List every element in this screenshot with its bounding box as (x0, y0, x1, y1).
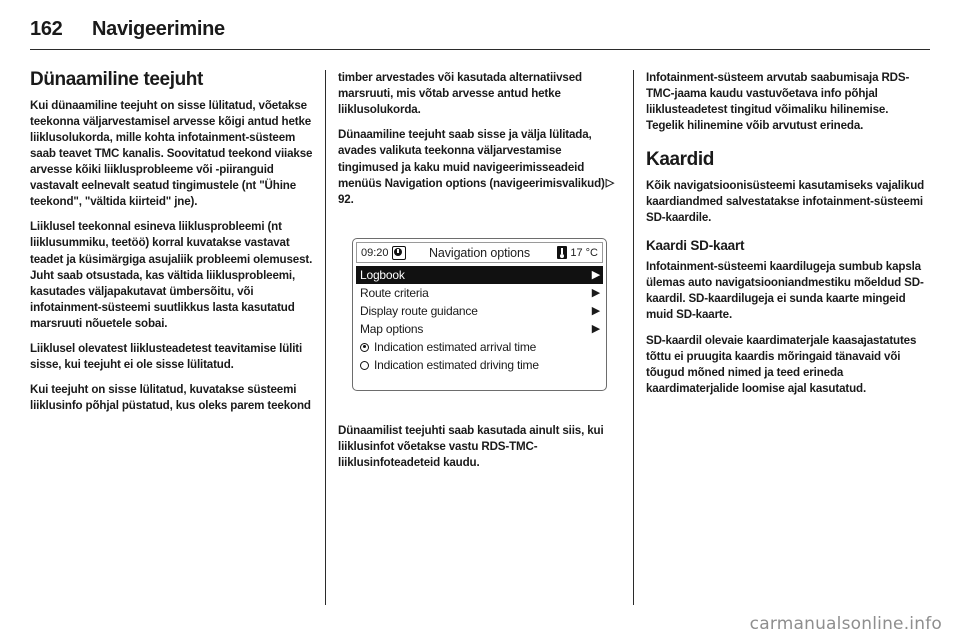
radio-unselected-icon (360, 360, 369, 370)
radio-item-driving-time[interactable]: Indication estimated driving time (356, 356, 603, 374)
paragraph: Infotainment-süsteemi kaardilugeja sumbu… (646, 260, 924, 322)
source-watermark: carmanualsonline.info (749, 614, 942, 634)
page-number: 162 (30, 18, 63, 40)
section-heading-maps: Kaardid (646, 149, 714, 171)
header-divider (30, 49, 930, 50)
paragraph: SD-kaardil olevaie kaardimaterjale kaasa… (646, 333, 917, 395)
paragraph: Infotainment-süsteem arvutab saabumisaja… (646, 71, 910, 133)
subsection-heading-map-sd-card: Kaardi SD-kaart (646, 238, 745, 254)
paragraph: Kui teejuht on sisse lülitatud, kuvataks… (30, 383, 311, 413)
cross-reference-page: 92 (338, 192, 351, 206)
radio-item-arrival-time[interactable]: Indication estimated arrival time (356, 338, 603, 356)
chevron-right-icon: ▶ (591, 268, 600, 281)
column-gap (621, 70, 646, 605)
menu-item-label: Route criteria (360, 286, 429, 301)
thermometer-icon (557, 246, 568, 260)
paragraph: Liiklusel olevatest liiklusteadetest tea… (30, 342, 303, 372)
clock-time: 09:20 (361, 246, 389, 259)
navigation-options-menu: Logbook ▶ Route criteria ▶ Display route… (356, 266, 603, 387)
menu-item-map-options[interactable]: Map options ▶ (356, 320, 603, 338)
column-divider (633, 70, 634, 605)
screen-status-bar: 09:20 Navigation options 17 °C (356, 242, 603, 264)
manual-page: 162 Navigeerimine Dünaamiline teejuht Ku… (0, 0, 960, 642)
figure-navigation-options: 09:20 Navigation options 17 °C Logbook ▶… (338, 217, 621, 413)
menu-item-label: Map options (360, 322, 424, 337)
column-right: Infotainment-süsteem arvutab saabumisaja… (646, 70, 929, 600)
menu-item-display-route-guidance[interactable]: Display route guidance ▶ (356, 302, 603, 320)
menu-item-label: Display route guidance (360, 304, 478, 319)
menu-item-route-criteria[interactable]: Route criteria ▶ (356, 284, 603, 302)
paragraph: Dünaamilist teejuhti saab kasutada ainul… (338, 424, 604, 470)
running-head: 162 Navigeerimine (30, 18, 930, 46)
paragraph: Kõik navigatsioonisüsteemi kasutamiseks … (646, 178, 925, 225)
chevron-right-icon: ▶ (591, 304, 600, 317)
paragraph-text: Dünaamiline teejuht saab sisse ja välja … (338, 128, 605, 190)
column-layout: Dünaamiline teejuht Kui dünaamiline teej… (30, 69, 930, 605)
radio-selected-icon (360, 342, 369, 352)
chapter-title: Navigeerimine (92, 18, 225, 40)
chevron-right-icon: ▶ (591, 286, 600, 299)
paragraph: Liiklusel teekonnal esineva liiklusprobl… (30, 220, 313, 330)
paragraph: Kui dünaamiline teejuht on sisse lülitat… (30, 98, 313, 209)
column-divider (325, 70, 326, 605)
column-gap (313, 70, 338, 605)
radio-item-label: Indication estimated driving time (374, 358, 539, 373)
clock-icon (391, 245, 406, 260)
infotainment-screen: 09:20 Navigation options 17 °C Logbook ▶… (352, 238, 607, 392)
chevron-right-icon: ▶ (591, 322, 600, 335)
section-heading-dynamic-guidance: Dünaamiline teejuht (30, 69, 203, 90)
menu-item-logbook[interactable]: Logbook ▶ (356, 266, 603, 285)
cross-reference-arrow-icon: ▷ (605, 176, 615, 189)
outside-temperature: 17 °C (570, 246, 598, 259)
column-middle: timber arvestades või kasutada alternati… (338, 70, 621, 600)
paragraph-with-reference: Dünaamiline teejuht saab sisse ja välja … (338, 128, 615, 206)
column-left: Dünaamiline teejuht Kui dünaamiline teej… (30, 69, 313, 600)
menu-item-label: Logbook (360, 268, 405, 283)
status-left-group: 09:20 (361, 245, 406, 260)
paragraph: timber arvestades või kasutada alternati… (338, 71, 582, 117)
status-right-group: 17 °C (557, 246, 598, 260)
radio-item-label: Indication estimated arrival time (374, 340, 537, 355)
screen-frame: 09:20 Navigation options 17 °C Logbook ▶… (338, 217, 621, 413)
